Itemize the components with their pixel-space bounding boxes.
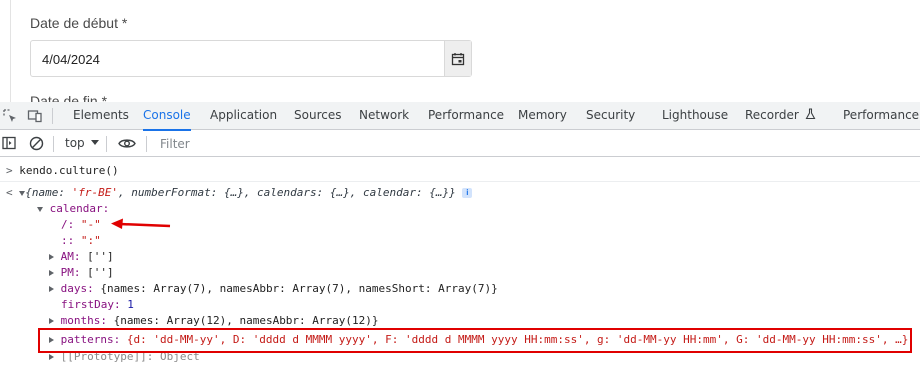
firstday-property: firstDay: 1 [61,298,134,311]
console-toolbar: top Filter [0,131,920,157]
annotation-highlight-box [38,328,912,353]
result-name-value: 'fr-BE' [71,186,118,199]
tab-security[interactable]: Security [586,102,635,130]
tab-application[interactable]: Application [210,102,277,130]
days-key: days [60,282,88,295]
devtools-panel: Elements Console Application Sources Net… [0,102,920,366]
info-icon[interactable]: i [462,188,473,198]
filter-placeholder: Filter [160,137,190,151]
expand-right-icon[interactable] [49,318,54,324]
result-name-key: name [31,186,59,199]
flask-icon [805,108,816,120]
chevron-down-icon [91,140,99,145]
toolbar-divider [146,136,147,152]
days-property[interactable]: days: {names: Array(7), namesAbbr: Array… [49,282,498,296]
colon-separator-property: :: ":" [61,234,101,248]
date-form: Date de début * 4/04/2024 Date de fin * [0,0,920,102]
pm-key: PM [60,266,74,279]
colon-value: ":" [80,234,101,247]
inspect-element-icon[interactable] [2,108,18,124]
device-toolbar-icon[interactable] [27,108,43,124]
expand-right-icon[interactable] [49,254,54,260]
calendar-button[interactable] [444,41,471,76]
firstday-key: firstDay [61,298,114,311]
toolbar-divider [53,136,54,152]
clear-console-icon[interactable] [29,136,44,151]
result-rest: , numberFormat: {…}, calendars: {…}, cal… [117,186,456,199]
live-expression-eye-icon[interactable] [118,137,136,150]
toolbar-divider [106,136,107,152]
result-summary-line[interactable]: < {name: 'fr-BE', numberFormat: {…}, cal… [6,186,473,200]
row-divider [0,181,920,182]
filter-input[interactable]: Filter [157,135,920,153]
tab-performance-insights[interactable]: Performance in [843,102,920,130]
sidebar-toggle-icon[interactable] [2,136,16,150]
calendar-key: calendar [49,202,103,215]
form-left-border [10,0,11,102]
console-input-line: > kendo.culture() [6,164,119,178]
colon-key: :: [61,234,75,247]
context-selector[interactable]: top [65,136,85,150]
tab-console[interactable]: Console [143,102,191,131]
months-key: months [60,314,101,327]
start-date-label: Date de début * [30,15,128,31]
expand-right-icon[interactable] [49,286,54,292]
input-prompt-icon: > [6,164,13,177]
tab-recorder-label: Recorder [745,108,799,122]
tab-network[interactable]: Network [359,102,409,130]
months-value: {names: Array(12), namesAbbr: Array(12)} [113,314,379,327]
am-key: AM [60,250,74,263]
calendar-property[interactable]: calendar: [37,202,109,216]
end-date-label: Date de fin * [30,94,108,102]
return-prompt-icon: < [6,186,13,199]
firstday-value: 1 [127,298,134,311]
tab-performance[interactable]: Performance [428,102,504,130]
calendar-icon [451,52,465,65]
tab-memory[interactable]: Memory [518,102,567,130]
start-date-input[interactable]: 4/04/2024 [42,52,100,67]
am-property[interactable]: AM: [''] [49,250,114,264]
pm-value: [''] [87,266,114,279]
tab-recorder[interactable]: Recorder [745,102,816,130]
slash-key: / [61,218,68,231]
tab-sources[interactable]: Sources [294,102,341,130]
am-value: [''] [87,250,114,263]
expand-right-icon[interactable] [49,354,54,360]
slash-value: "-" [80,218,101,231]
annotation-arrow-icon [111,218,171,229]
start-date-picker[interactable]: 4/04/2024 [30,40,472,77]
tab-elements[interactable]: Elements [73,102,129,130]
tabbar-divider [52,108,53,124]
expand-right-icon[interactable] [49,270,54,276]
pm-property[interactable]: PM: [''] [49,266,114,280]
slash-separator-property: /: "-" [61,218,101,231]
command-text: kendo.culture() [19,164,119,177]
result-open: { [25,186,32,199]
days-value: {names: Array(7), namesAbbr: Array(7), n… [100,282,498,295]
tab-lighthouse[interactable]: Lighthouse [662,102,728,130]
months-property[interactable]: months: {names: Array(12), namesAbbr: Ar… [49,314,379,328]
expand-down-icon[interactable] [37,206,43,212]
devtools-tabbar: Elements Console Application Sources Net… [0,102,920,131]
